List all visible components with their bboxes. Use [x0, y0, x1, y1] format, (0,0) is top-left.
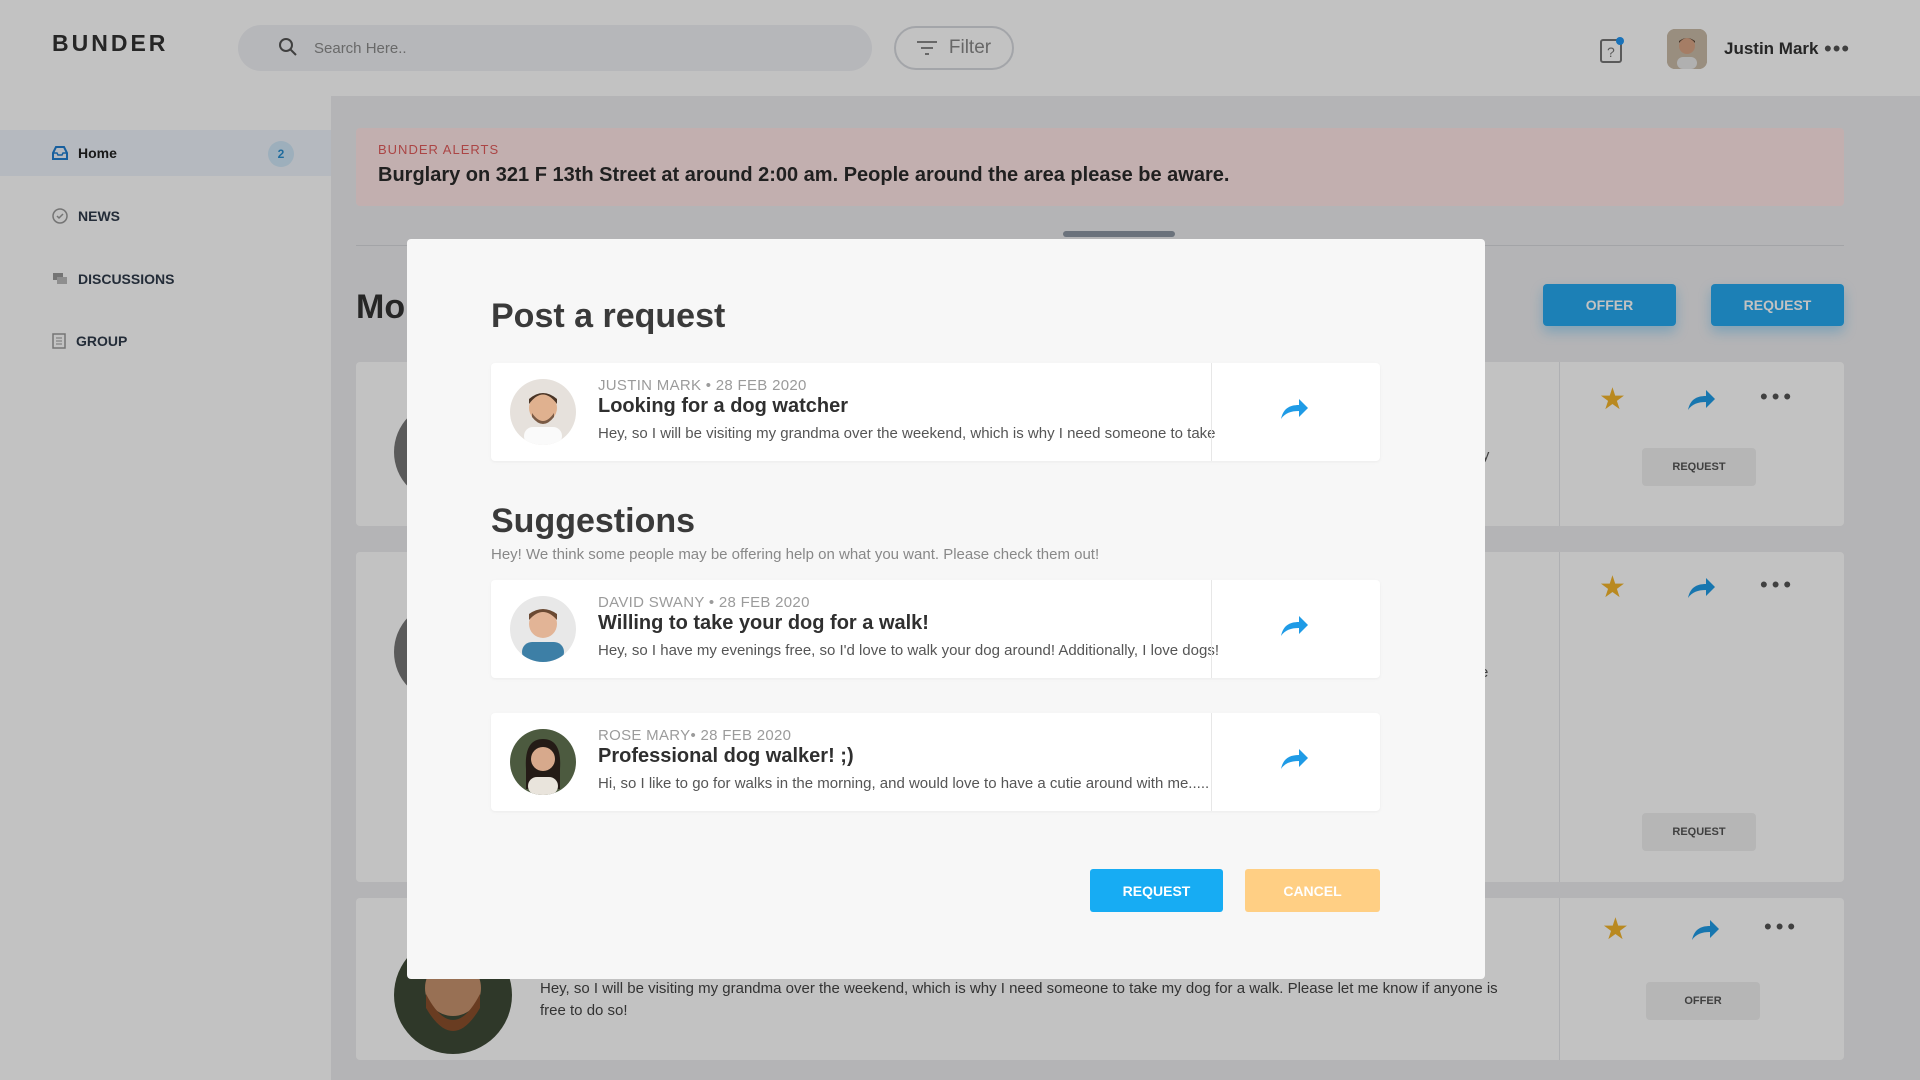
suggestion-card[interactable]: DAVID SWANY • 28 FEB 2020 Willing to tak…: [491, 580, 1380, 678]
avatar: [510, 729, 576, 795]
share-icon[interactable]: [1279, 396, 1309, 422]
divider: [1211, 580, 1212, 678]
divider: [1211, 713, 1212, 811]
post-title: Willing to take your dog for a walk!: [598, 612, 929, 634]
avatar: [510, 596, 576, 662]
post-description: Hey, so I will be visiting my grandma ov…: [598, 425, 1216, 442]
post-description: Hey, so I have my evenings free, so I'd …: [598, 642, 1219, 659]
post-meta: DAVID SWANY • 28 FEB 2020: [598, 594, 810, 611]
share-icon[interactable]: [1279, 613, 1309, 639]
modal-title: Post a request: [491, 297, 726, 335]
app-root: BUNDER Filter ? Justin Mark ••• Home 2 N…: [0, 0, 1920, 1080]
post-title: Looking for a dog watcher: [598, 395, 849, 417]
post-meta: ROSE MARY• 28 FEB 2020: [598, 727, 792, 744]
post-description: Hi, so I like to go for walks in the mor…: [598, 775, 1210, 792]
request-post-card: JUSTIN MARK • 28 FEB 2020 Looking for a …: [491, 363, 1380, 461]
post-meta: JUSTIN MARK • 28 FEB 2020: [598, 377, 807, 394]
share-icon[interactable]: [1279, 746, 1309, 772]
suggestions-title: Suggestions: [491, 502, 696, 540]
suggestion-card[interactable]: ROSE MARY• 28 FEB 2020 Professional dog …: [491, 713, 1380, 811]
modal-request-button[interactable]: REQUEST: [1090, 869, 1223, 912]
modal-cancel-button[interactable]: CANCEL: [1245, 869, 1380, 912]
divider: [1211, 363, 1212, 461]
post-title: Professional dog walker! ;): [598, 745, 854, 767]
avatar: [510, 379, 576, 445]
post-request-modal: Post a request JUSTIN MARK • 28 FEB 2020…: [407, 239, 1485, 979]
suggestions-subtitle: Hey! We think some people may be offerin…: [491, 546, 1100, 563]
